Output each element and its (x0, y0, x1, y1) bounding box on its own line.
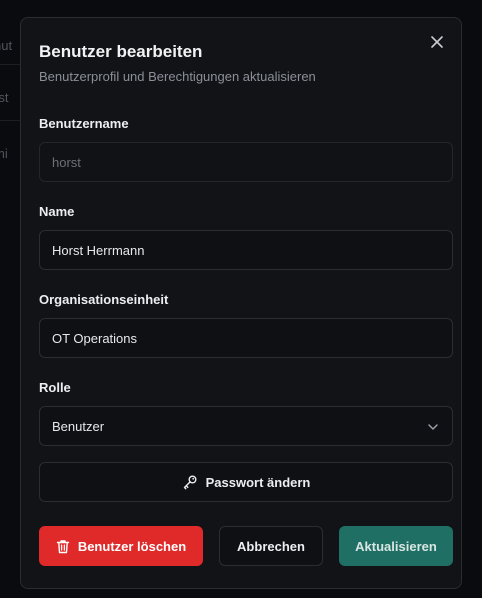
username-value: horst (52, 154, 81, 170)
background-divider (0, 64, 20, 65)
cancel-button[interactable]: Abbrechen (219, 526, 323, 566)
update-button[interactable]: Aktualisieren (339, 526, 453, 566)
edit-user-dialog: Benutzer bearbeiten Benutzerprofil und B… (20, 17, 462, 589)
org-unit-label: Organisationseinheit (39, 292, 169, 307)
username-field: horst (39, 142, 453, 182)
org-unit-field[interactable]: OT Operations (39, 318, 453, 358)
change-password-button[interactable]: Passwort ändern (39, 462, 453, 502)
dialog-subtitle: Benutzerprofil und Berechtigungen aktual… (39, 69, 316, 84)
role-select[interactable]: Benutzer (39, 406, 453, 446)
update-label: Aktualisieren (355, 538, 437, 554)
change-password-label: Passwort ändern (205, 474, 311, 490)
close-icon (431, 36, 443, 48)
background-text: nut (0, 38, 13, 53)
name-field[interactable]: Horst Herrmann (39, 230, 453, 270)
cancel-label: Abbrechen (237, 538, 305, 554)
org-unit-value: OT Operations (52, 330, 138, 346)
background-text: rst (0, 90, 9, 105)
role-label: Rolle (39, 380, 71, 395)
dialog-title: Benutzer bearbeiten (39, 42, 203, 61)
key-icon (183, 475, 197, 490)
role-value: Benutzer (52, 418, 105, 434)
background-text: mi (0, 146, 8, 161)
background-divider (0, 120, 20, 121)
chevron-down-icon (428, 424, 438, 430)
name-value: Horst Herrmann (52, 242, 145, 258)
name-label: Name (39, 204, 75, 219)
delete-user-label: Benutzer löschen (77, 538, 187, 554)
username-label: Benutzername (39, 116, 129, 131)
delete-user-button[interactable]: Benutzer löschen (39, 526, 203, 566)
close-button[interactable] (427, 32, 447, 52)
trash-icon (56, 539, 70, 553)
